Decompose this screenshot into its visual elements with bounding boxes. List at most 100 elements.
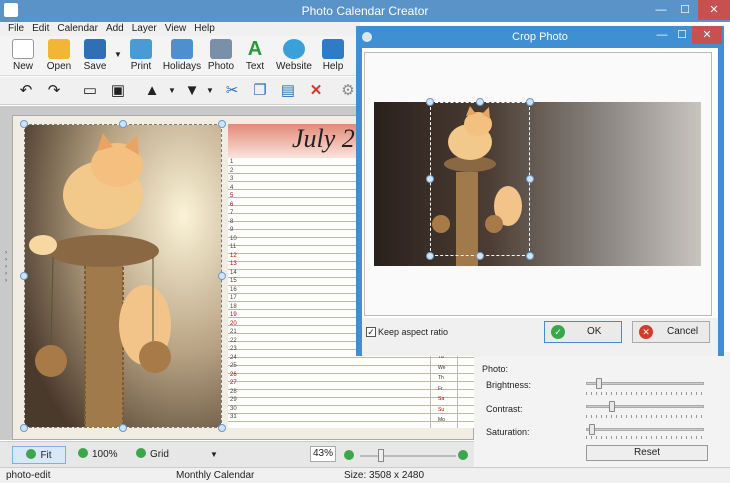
layer-down-icon[interactable]: ▼: [182, 81, 202, 101]
photo-handle-middle-left[interactable]: [20, 272, 28, 280]
status-size: Size: 3508 x 2480: [344, 470, 425, 481]
contrast-slider[interactable]: [586, 401, 704, 412]
calendar-day-number: 18: [230, 303, 237, 310]
calendar-day-number: 10: [230, 235, 237, 242]
crop-selection-box[interactable]: [430, 102, 530, 256]
calendar-day-number: 15: [230, 278, 237, 284]
print-button[interactable]: Print: [122, 36, 160, 76]
menu-help[interactable]: Help: [194, 23, 215, 34]
crop-source-image[interactable]: [374, 102, 701, 266]
menu-add[interactable]: Add: [106, 23, 124, 34]
kitten-photo-image: [25, 125, 221, 427]
zoom-in-icon[interactable]: [458, 450, 468, 460]
grid-button[interactable]: Grid: [136, 446, 169, 464]
undo-icon[interactable]: ↶: [16, 81, 36, 101]
brightness-label: Brightness:: [486, 380, 532, 390]
crop-handle-top-center[interactable]: [476, 98, 484, 106]
calendar-day-number: 3: [230, 176, 234, 182]
crop-handle-top-right[interactable]: [526, 98, 534, 106]
crop-handle-middle-right[interactable]: [526, 175, 534, 183]
photo-handle-bottom-right[interactable]: [218, 424, 226, 432]
zoom-out-icon[interactable]: [344, 450, 354, 460]
menu-layer[interactable]: Layer: [132, 23, 157, 34]
copy-icon[interactable]: ❐: [250, 81, 270, 101]
camera-icon: [210, 39, 232, 59]
save-dropdown-icon[interactable]: ▼: [114, 50, 122, 59]
calendar-day-number: 5: [230, 193, 234, 199]
grid-dropdown-icon[interactable]: ▼: [210, 446, 218, 464]
photo-handle-top-center[interactable]: [119, 120, 127, 128]
crop-handle-top-left[interactable]: [426, 98, 434, 106]
zoom-value-field[interactable]: 43%: [310, 446, 336, 462]
status-bar: photo-edit Monthly Calendar Size: 3508 x…: [0, 467, 730, 483]
calendar-weekday-label: Mo: [438, 417, 445, 423]
zoom-100-button[interactable]: 100%: [78, 446, 118, 464]
layer-up-icon[interactable]: ▲: [142, 81, 162, 101]
new-button[interactable]: New: [4, 36, 42, 76]
new-icon: [12, 39, 34, 59]
menu-calendar[interactable]: Calendar: [57, 23, 98, 34]
holidays-button[interactable]: Holidays: [162, 36, 202, 76]
page-add-icon[interactable]: ▣: [108, 81, 128, 101]
crop-dialog-maximize-button[interactable]: ☐: [672, 26, 692, 44]
calendar-weekday-label: Th: [438, 375, 444, 381]
reset-button[interactable]: Reset: [586, 445, 708, 461]
contrast-slider-knob[interactable]: [609, 401, 615, 412]
ok-button[interactable]: ✓ OK: [544, 321, 622, 343]
menu-file[interactable]: File: [8, 23, 24, 34]
settings-gear-icon[interactable]: ⚙: [338, 81, 358, 101]
minimize-button[interactable]: —: [650, 0, 672, 20]
crop-handle-bottom-right[interactable]: [526, 252, 534, 260]
maximize-button[interactable]: ☐: [674, 0, 696, 20]
calendar-day-number: 7: [230, 210, 234, 216]
calendar-month-title: July 2: [292, 124, 355, 153]
brightness-slider-knob[interactable]: [595, 378, 602, 389]
crop-dialog-minimize-button[interactable]: —: [652, 26, 672, 44]
crop-handle-middle-left[interactable]: [426, 175, 434, 183]
fit-label: Fit: [40, 450, 52, 461]
redo-icon[interactable]: ↷: [44, 81, 64, 101]
delete-icon[interactable]: ✕: [306, 81, 326, 101]
crop-handle-bottom-center[interactable]: [476, 252, 484, 260]
photo-handle-top-right[interactable]: [218, 120, 226, 128]
menu-edit[interactable]: Edit: [32, 23, 49, 34]
photo-handle-bottom-left[interactable]: [20, 424, 28, 432]
status-calendar-type: Monthly Calendar: [176, 470, 255, 481]
photo-handle-middle-right[interactable]: [218, 272, 226, 280]
cut-icon[interactable]: ✂: [222, 81, 242, 101]
save-disk-icon: [84, 39, 106, 59]
fit-button[interactable]: Fit: [12, 446, 66, 464]
calendar-day-number: 29: [230, 397, 237, 403]
save-label: Save: [83, 61, 107, 72]
photo-button[interactable]: Photo: [202, 36, 240, 76]
crop-dialog-close-button[interactable]: ✕: [692, 26, 722, 44]
text-button[interactable]: A Text: [236, 36, 274, 76]
website-button[interactable]: Website: [276, 36, 312, 76]
keep-aspect-checkbox[interactable]: ✓: [366, 327, 376, 337]
globe-icon: [283, 39, 305, 59]
calendar-day-number: 4: [230, 184, 234, 191]
brightness-slider[interactable]: [586, 378, 704, 389]
holidays-label: Holidays: [162, 61, 202, 72]
photo-handle-top-left[interactable]: [20, 120, 28, 128]
saturation-slider-knob[interactable]: [589, 424, 596, 435]
saturation-label: Saturation:: [486, 427, 530, 437]
saturation-slider[interactable]: [586, 424, 704, 435]
zoom-slider[interactable]: [360, 449, 456, 462]
menu-view[interactable]: View: [165, 23, 187, 34]
calendar-photo[interactable]: [24, 124, 222, 428]
layer-down-dropdown-icon[interactable]: ▼: [200, 81, 220, 101]
close-button[interactable]: ✕: [698, 0, 730, 20]
calendar-day-number: 20: [230, 320, 237, 327]
paste-icon[interactable]: ▤: [278, 81, 298, 101]
photo-handle-bottom-center[interactable]: [119, 424, 127, 432]
cancel-button[interactable]: ✕ Cancel: [632, 321, 710, 343]
open-label: Open: [46, 61, 72, 72]
zoom-slider-knob[interactable]: [378, 449, 384, 462]
help-button[interactable]: Help: [314, 36, 352, 76]
crop-handle-bottom-left[interactable]: [426, 252, 434, 260]
page-view-icon[interactable]: ▭: [80, 81, 100, 101]
save-button[interactable]: Save: [76, 36, 114, 76]
open-button[interactable]: Open: [40, 36, 78, 76]
layer-up-dropdown-icon[interactable]: ▼: [162, 81, 182, 101]
